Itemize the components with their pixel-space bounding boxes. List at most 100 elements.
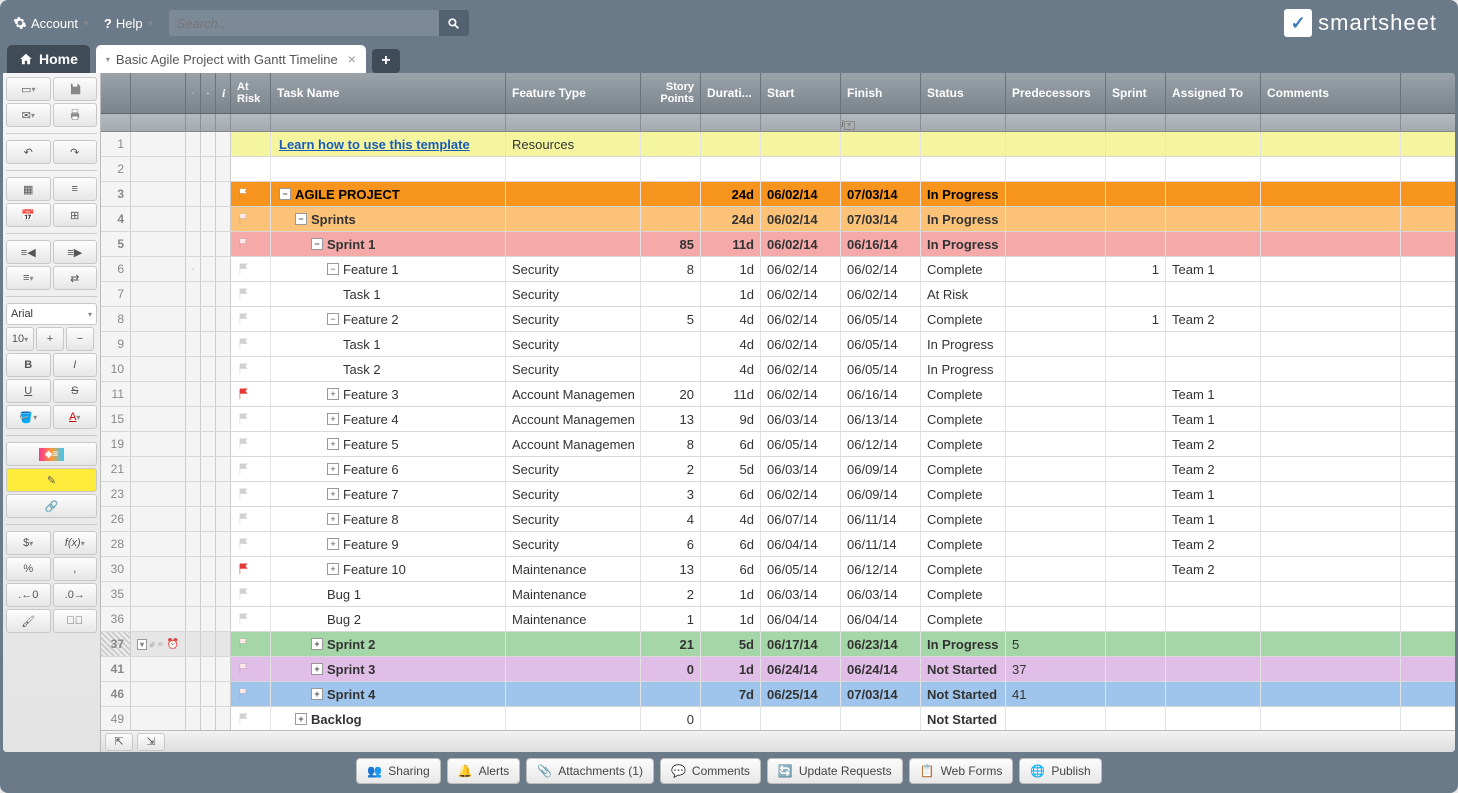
cell-start[interactable]: 06/24/14 — [761, 657, 841, 681]
cell-risk[interactable] — [231, 157, 271, 181]
cell-pred[interactable] — [1006, 707, 1106, 731]
cell-risk[interactable] — [231, 582, 271, 606]
risk-header[interactable]: At Risk — [231, 73, 271, 113]
table-row[interactable]: 10 Task 2 Security 4d 06/02/14 06/05/14 … — [101, 357, 1455, 382]
cell-start[interactable]: 06/02/14 — [761, 307, 841, 331]
cell-finish[interactable]: 06/09/14 — [841, 482, 921, 506]
strike-button[interactable]: S — [53, 379, 98, 403]
row-number[interactable]: 2 — [101, 157, 131, 181]
cell-start[interactable]: 06/02/14 — [761, 282, 841, 306]
cell-sp[interactable]: 6 — [641, 532, 701, 556]
cell-assign[interactable]: Team 2 — [1166, 432, 1261, 456]
cell-start[interactable]: 06/02/14 — [761, 357, 841, 381]
fill-color-button[interactable]: 🪣▾ — [6, 405, 51, 429]
row-number[interactable]: 35 — [101, 582, 131, 606]
row-number[interactable]: 11 — [101, 382, 131, 406]
cell-sp[interactable]: 3 — [641, 482, 701, 506]
cell-ftype[interactable]: Account Managemen — [506, 432, 641, 456]
undo-button[interactable]: ↶ — [6, 140, 51, 164]
cell-finish[interactable]: 06/09/14 — [841, 457, 921, 481]
table-row[interactable]: 19 +Feature 5 Account Managemen 8 6d 06/… — [101, 432, 1455, 457]
row-menu-icon[interactable]: ▾ — [137, 639, 147, 650]
cell-comm[interactable] — [1261, 132, 1401, 156]
cell-assign[interactable] — [1166, 657, 1261, 681]
cell-task[interactable]: −Feature 2 — [271, 307, 506, 331]
table-row[interactable]: 3 −AGILE PROJECT 24d 06/02/14 07/03/14 I… — [101, 182, 1455, 207]
cell-pred[interactable] — [1006, 557, 1106, 581]
cell-risk[interactable] — [231, 182, 271, 206]
clear-format-button[interactable]: ✎⃠ — [53, 609, 98, 633]
expand-toggle[interactable]: − — [327, 263, 339, 275]
gantt-view-button[interactable]: ≡ — [53, 177, 98, 201]
attachments-button[interactable]: 📎Attachments (1) — [526, 758, 654, 784]
cell-sp[interactable] — [641, 357, 701, 381]
cell-status[interactable]: Not Started — [921, 707, 1006, 731]
cell-comm[interactable] — [1261, 257, 1401, 281]
format-painter-button[interactable]: 🖌 — [6, 609, 51, 633]
cell-risk[interactable] — [231, 657, 271, 681]
expand-all-button[interactable]: ⇱ — [105, 733, 133, 751]
pred-header[interactable]: Predecessors — [1006, 73, 1106, 113]
row-number[interactable]: 26 — [101, 507, 131, 531]
thousands-button[interactable]: , — [53, 557, 98, 581]
cell-assign[interactable] — [1166, 157, 1261, 181]
cell-assign[interactable]: Team 2 — [1166, 557, 1261, 581]
expand-toggle[interactable]: − — [327, 313, 339, 325]
table-row[interactable]: 11 +Feature 3 Account Managemen 20 11d 0… — [101, 382, 1455, 407]
cell-finish[interactable] — [841, 707, 921, 731]
cell-assign[interactable] — [1166, 232, 1261, 256]
reminder-icon[interactable]: ⏰ — [167, 639, 179, 650]
cell-dur[interactable]: 11d — [701, 232, 761, 256]
sprint-header[interactable]: Sprint — [1106, 73, 1166, 113]
cell-pred[interactable] — [1006, 382, 1106, 406]
cell-comm[interactable] — [1261, 232, 1401, 256]
highlight-button[interactable]: ✎ — [6, 468, 97, 492]
cell-assign[interactable]: Team 1 — [1166, 382, 1261, 406]
cell-task[interactable]: +Feature 9 — [271, 532, 506, 556]
cell-task[interactable]: +Sprint 3 — [271, 657, 506, 681]
sp-header[interactable]: Story Points — [641, 73, 701, 113]
cell-pred[interactable] — [1006, 507, 1106, 531]
cell-sp[interactable] — [641, 332, 701, 356]
cell-sp[interactable] — [641, 682, 701, 706]
indent-button[interactable]: ≡▶ — [53, 240, 98, 264]
cell-comm[interactable] — [1261, 432, 1401, 456]
cell-dur[interactable]: 4d — [701, 332, 761, 356]
expand-toggle[interactable]: + — [327, 563, 339, 575]
cell-start[interactable]: 06/02/14 — [761, 332, 841, 356]
cell-comm[interactable] — [1261, 507, 1401, 531]
cell-ftype[interactable] — [506, 682, 641, 706]
expand-toggle[interactable]: + — [295, 713, 307, 725]
cell-sprint[interactable]: 1 — [1106, 307, 1166, 331]
table-row[interactable]: 6 −Feature 1 Security 8 1d 06/02/14 06/0… — [101, 257, 1455, 282]
cell-finish[interactable] — [841, 157, 921, 181]
cell-ftype[interactable]: Maintenance — [506, 582, 641, 606]
wrap-button[interactable]: ⇄ — [53, 266, 98, 290]
table-row[interactable]: 9 Task 1 Security 4d 06/02/14 06/05/14 I… — [101, 332, 1455, 357]
cell-sp[interactable]: 8 — [641, 432, 701, 456]
cell-status[interactable] — [921, 132, 1006, 156]
cell-finish[interactable]: 06/11/14 — [841, 532, 921, 556]
cell-pred[interactable] — [1006, 282, 1106, 306]
card-view-button[interactable]: ⊞ — [53, 203, 98, 227]
cell-comm[interactable] — [1261, 282, 1401, 306]
cell-task[interactable]: −Sprints — [271, 207, 506, 231]
assign-header[interactable]: Assigned To — [1166, 73, 1261, 113]
cell-pred[interactable] — [1006, 532, 1106, 556]
expand-toggle[interactable]: − — [295, 213, 307, 225]
cell-comm[interactable] — [1261, 632, 1401, 656]
cell-sprint[interactable] — [1106, 332, 1166, 356]
publish-button[interactable]: 🌐Publish — [1019, 758, 1101, 784]
calendar-view-button[interactable]: 📅 — [6, 203, 51, 227]
cell-task[interactable] — [271, 157, 506, 181]
cell-sprint[interactable] — [1106, 532, 1166, 556]
cell-dur[interactable]: 5d — [701, 457, 761, 481]
expand-toggle[interactable]: + — [327, 438, 339, 450]
formula-button[interactable]: f(x)▾ — [53, 531, 98, 555]
cell-pred[interactable]: 41 — [1006, 682, 1106, 706]
cell-task[interactable]: +Feature 10 — [271, 557, 506, 581]
cell-pred[interactable] — [1006, 332, 1106, 356]
cell-pred[interactable] — [1006, 457, 1106, 481]
cell-task[interactable]: +Feature 6 — [271, 457, 506, 481]
cell-ftype[interactable]: Account Managemen — [506, 407, 641, 431]
